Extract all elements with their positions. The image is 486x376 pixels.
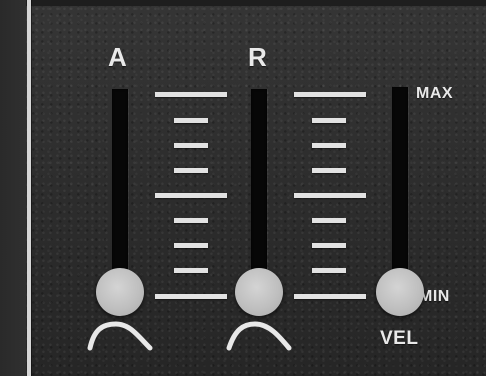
panel-top-edge [0, 0, 486, 6]
velocity-slider-track[interactable] [392, 87, 408, 294]
scale-tick-major [294, 294, 366, 299]
velocity-slider-knob[interactable] [376, 268, 424, 316]
scale-tick-major [294, 193, 366, 198]
max-label: MAX [416, 85, 454, 102]
attack-slider-knob[interactable] [96, 268, 144, 316]
attack-curve-icon [87, 321, 153, 351]
scale-tick-major [155, 294, 227, 299]
scale-tick-major [155, 92, 227, 97]
scale-tick-minor [312, 168, 346, 173]
scale-tick-major [155, 193, 227, 198]
scale-tick-minor [174, 243, 208, 248]
scale-tick-minor [312, 243, 346, 248]
scale-tick-minor [312, 218, 346, 223]
panel-divider [27, 0, 31, 376]
release-curve-icon [226, 321, 292, 351]
envelope-panel: A R MAX MIN VEL [0, 0, 486, 376]
attack-slider-track[interactable] [112, 89, 128, 294]
scale-tick-minor [174, 168, 208, 173]
scale-tick-minor [312, 118, 346, 123]
scale-tick-minor [312, 143, 346, 148]
velocity-label: VEL [380, 328, 419, 349]
scale-tick-major [294, 92, 366, 97]
scale-tick-minor [174, 118, 208, 123]
panel-left-edge [0, 0, 26, 376]
attack-label: A [108, 42, 128, 72]
release-slider-knob[interactable] [235, 268, 283, 316]
scale-tick-minor [174, 143, 208, 148]
release-slider-track[interactable] [251, 89, 267, 294]
scale-tick-minor [312, 268, 346, 273]
scale-tick-minor [174, 268, 208, 273]
release-label: R [248, 42, 268, 72]
scale-tick-minor [174, 218, 208, 223]
